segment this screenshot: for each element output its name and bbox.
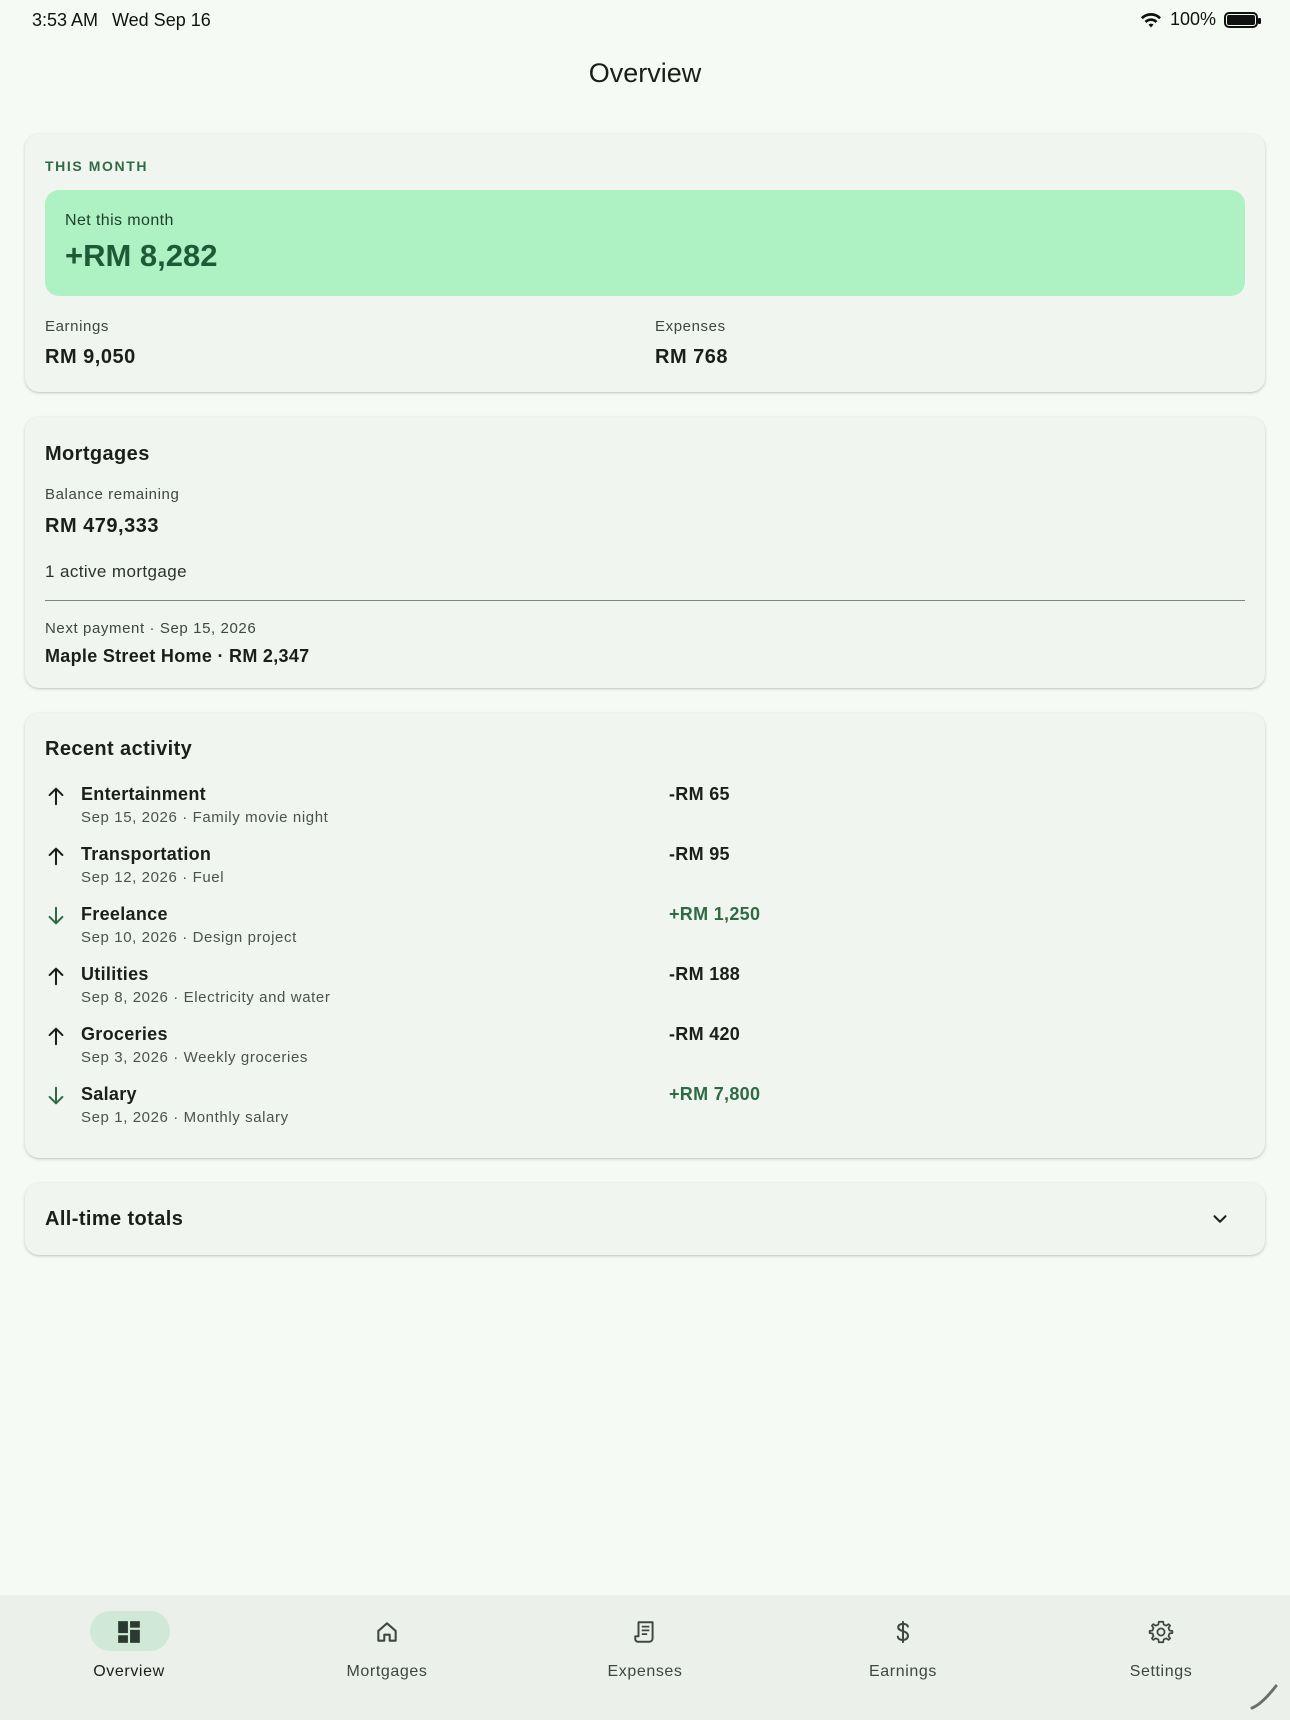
page-title: Overview: [588, 58, 702, 88]
activity-subtitle: Sep 8, 2026 · Electricity and water: [81, 989, 331, 1006]
wifi-icon: [1140, 12, 1161, 27]
activity-amount: +RM 1,250: [669, 904, 761, 924]
arrow-down-icon: [48, 906, 64, 925]
activity-row[interactable]: Freelance Sep 10, 2026 · Design project +R…: [45, 902, 1245, 958]
status-date: Wed Sep 16: [112, 10, 211, 30]
expenses-value: RM 768: [655, 346, 729, 368]
arrow-up-icon: [48, 1027, 64, 1046]
nav-label: Settings: [1129, 1663, 1193, 1680]
chevron-down-icon[interactable]: [1209, 1208, 1231, 1230]
activity-amount: -RM 95: [669, 844, 730, 864]
next-payment-value: Maple Street Home · RM 2,347: [45, 646, 310, 666]
mortgages-title: Mortgages: [45, 443, 150, 465]
activity-row[interactable]: Entertainment Sep 15, 2026 · Family movie…: [45, 782, 1245, 838]
activity-title: Freelance: [81, 904, 168, 924]
activity-title: Transportation: [81, 844, 212, 864]
status-indicators: 100%: [1140, 9, 1261, 30]
battery-percent: 100%: [1169, 9, 1216, 29]
activity-subtitle: Sep 1, 2026 · Monthly salary: [81, 1109, 289, 1126]
activity-amount: -RM 188: [669, 964, 741, 984]
dollar-icon: [896, 1621, 910, 1643]
activity-amount: -RM 420: [669, 1024, 741, 1044]
recent-activity-title: Recent activity: [45, 738, 193, 760]
activity-row[interactable]: Utilities Sep 8, 2026 · Electricity and w…: [45, 962, 1245, 1018]
balance-label: Balance remaining: [45, 486, 180, 503]
activity-title: Entertainment: [81, 784, 206, 804]
activity-title: Utilities: [81, 964, 149, 984]
all-time-totals-card[interactable]: All-time totals: [25, 1183, 1265, 1255]
nav-label: Earnings: [869, 1663, 937, 1680]
arrow-down-icon: [48, 1086, 64, 1105]
nav-label: Expenses: [607, 1663, 683, 1680]
recent-activity-card: Recent activity Entertainment Sep 15, 202…: [25, 713, 1265, 1158]
nav-label: Overview: [93, 1663, 165, 1680]
earnings-label: Earnings: [45, 318, 110, 335]
next-payment-label: Next payment · Sep 15, 2026: [45, 620, 257, 637]
dashboard-icon: [118, 1621, 140, 1643]
status-bar: 3:53 AM Wed Sep 16 100%: [0, 0, 1290, 40]
nav-item-expenses[interactable]: Expenses: [545, 1611, 745, 1691]
status-time: 3:53 AM: [32, 10, 99, 30]
activity-title: Salary: [81, 1084, 137, 1104]
battery-icon: [1224, 11, 1261, 28]
active-mortgage-count: 1 active mortgage: [45, 562, 187, 581]
nav-item-overview[interactable]: Overview: [29, 1611, 229, 1691]
nav-label: Mortgages: [346, 1663, 428, 1680]
nav-item-earnings[interactable]: Earnings: [803, 1611, 1003, 1691]
activity-subtitle: Sep 15, 2026 · Family movie night: [81, 809, 329, 826]
nav-item-settings[interactable]: Settings: [1061, 1611, 1261, 1691]
mortgages-card[interactable]: Mortgages Balance remaining RM 479,333 1…: [25, 417, 1265, 688]
this-month-card: THIS MONTH Net this month +RM 8,282 Earn…: [25, 134, 1265, 392]
activity-row[interactable]: Salary Sep 1, 2026 · Monthly salary +RM 7,…: [45, 1082, 1245, 1138]
net-value: +RM 8,282: [65, 238, 218, 273]
receipt-icon: [634, 1621, 654, 1643]
earnings-value: RM 9,050: [45, 346, 136, 368]
nav-item-mortgages[interactable]: Mortgages: [287, 1611, 487, 1691]
arrow-up-icon: [48, 967, 64, 986]
divider: [45, 600, 1245, 601]
arrow-up-icon: [48, 847, 64, 866]
balance-value: RM 479,333: [45, 515, 159, 537]
activity-row[interactable]: Groceries Sep 3, 2026 · Weekly groceries -…: [45, 1022, 1245, 1078]
this-month-caption: THIS MONTH: [45, 158, 149, 174]
net-label: Net this month: [65, 212, 174, 229]
arrow-up-icon: [48, 787, 64, 806]
activity-subtitle: Sep 10, 2026 · Design project: [81, 929, 297, 946]
expenses-label: Expenses: [655, 318, 726, 335]
activity-amount: +RM 7,800: [669, 1084, 761, 1104]
activity-subtitle: Sep 3, 2026 · Weekly groceries: [81, 1049, 308, 1066]
activity-title: Groceries: [81, 1024, 168, 1044]
scroll-handle: [1250, 1684, 1278, 1710]
net-summary: Net this month +RM 8,282: [45, 190, 1245, 296]
bottom-nav: Overview Mortgages Expenses Earnings Set…: [0, 1595, 1290, 1720]
gear-icon: [1148, 1620, 1174, 1644]
home-icon: [377, 1622, 397, 1642]
all-time-totals-title: All-time totals: [45, 1208, 184, 1230]
activity-row[interactable]: Transportation Sep 12, 2026 · Fuel -RM 95: [45, 842, 1245, 898]
activity-amount: -RM 65: [669, 784, 730, 804]
activity-subtitle: Sep 12, 2026 · Fuel: [81, 869, 225, 886]
